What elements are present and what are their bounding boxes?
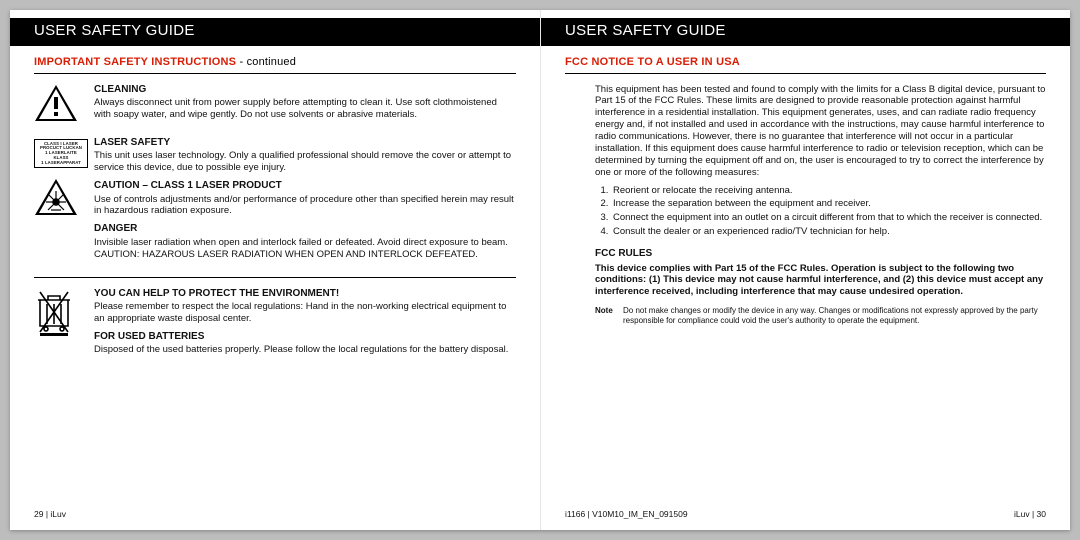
subhead-left: IMPORTANT SAFETY INSTRUCTIONS - continue… [34, 56, 516, 74]
cleaning-text: Always disconnect unit from power supply… [94, 97, 516, 121]
block-laser: CLASS I LASER PROCUCT LUCKAN 1 LASERLAIT… [34, 137, 516, 267]
subhead-right: FCC NOTICE TO A USER IN USA [565, 56, 1046, 74]
list-item: Connect the equipment into an outlet on … [611, 212, 1046, 224]
separator [34, 277, 516, 278]
page-right: USER SAFETY GUIDE FCC NOTICE TO A USER I… [540, 10, 1070, 530]
batteries-heading: FOR USED BATTERIES [94, 331, 516, 344]
block-cleaning: CLEANING Always disconnect unit from pow… [34, 84, 516, 127]
class1-laser-label-icon: CLASS I LASER PROCUCT LUCKAN 1 LASERLAIT… [34, 139, 88, 169]
footer-right-right: iLuv | 30 [1014, 509, 1046, 520]
page-left: USER SAFETY GUIDE IMPORTANT SAFETY INSTR… [10, 10, 540, 530]
fcc-rules-heading: FCC RULES [595, 248, 1046, 261]
cleaning-heading: CLEANING [94, 84, 516, 97]
footer-left-text: 29 | iLuv [34, 509, 66, 520]
laser-safety-heading: LASER SAFETY [94, 137, 516, 150]
laser-safety-text: This unit uses laser technology. Only a … [94, 150, 516, 174]
batteries-text: Disposed of the used batteries properly.… [94, 344, 516, 356]
list-item: Increase the separation between the equi… [611, 198, 1046, 210]
titlebar-left: USER SAFETY GUIDE [10, 18, 540, 46]
footer-right-left: i1166 | V10M10_IM_EN_091509 [565, 509, 688, 520]
weee-bin-icon [34, 288, 74, 336]
fcc-rules-text: This device complies with Part 15 of the… [595, 263, 1046, 299]
note-text: Do not make changes or modify the device… [623, 306, 1046, 326]
note-label: Note [595, 306, 623, 326]
fcc-note: Note Do not make changes or modify the d… [595, 306, 1046, 326]
fcc-rules-block: FCC RULES This device complies with Part… [595, 248, 1046, 298]
danger-heading: DANGER [94, 223, 516, 236]
footer-left: 29 | iLuv [34, 509, 516, 520]
subhead-red: IMPORTANT SAFETY INSTRUCTIONS [34, 56, 236, 68]
footer-right: i1166 | V10M10_IM_EN_091509 iLuv | 30 [565, 509, 1046, 520]
caution-heading: CAUTION – CLASS 1 LASER PRODUCT [94, 180, 516, 193]
page-spread: USER SAFETY GUIDE IMPORTANT SAFETY INSTR… [10, 10, 1070, 530]
fcc-intro-text: This equipment has been tested and found… [595, 84, 1046, 179]
environment-text: Please remember to respect the local reg… [94, 301, 516, 325]
danger-text: Invisible laser radiation when open and … [94, 237, 516, 261]
warning-triangle-icon [34, 84, 78, 122]
fcc-measures-list: Reorient or relocate the receiving anten… [611, 185, 1046, 239]
subhead-continued: - continued [236, 56, 296, 68]
subhead-red-right: FCC NOTICE TO A USER IN USA [565, 56, 740, 68]
list-item: Consult the dealer or an experienced rad… [611, 226, 1046, 238]
block-fcc-intro: This equipment has been tested and found… [565, 84, 1046, 327]
laser-triangle-icon [34, 178, 78, 216]
list-item: Reorient or relocate the receiving anten… [611, 185, 1046, 197]
caution-text: Use of controls adjustments and/or perfo… [94, 194, 516, 218]
block-environment: YOU CAN HELP TO PROTECT THE ENVIRONMENT!… [34, 288, 516, 363]
environment-heading: YOU CAN HELP TO PROTECT THE ENVIRONMENT! [94, 288, 516, 301]
titlebar-right: USER SAFETY GUIDE [541, 18, 1070, 46]
